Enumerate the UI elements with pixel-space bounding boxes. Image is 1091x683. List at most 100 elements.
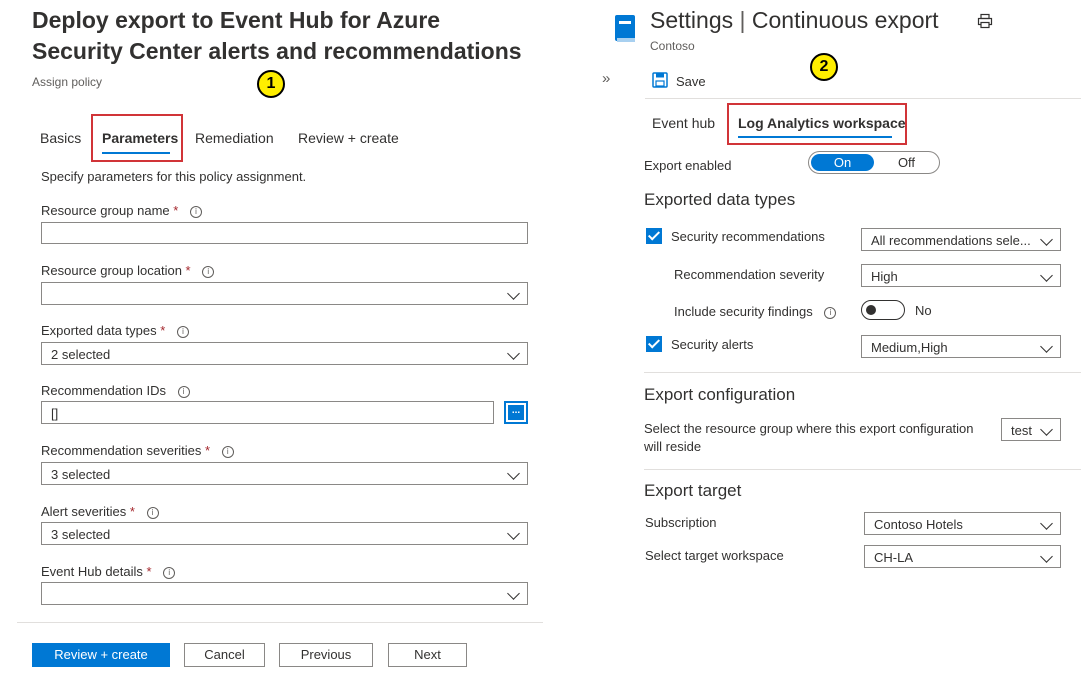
chevron-down-icon <box>1040 269 1053 282</box>
resource-group-value: test <box>1011 423 1032 438</box>
required-mark: * <box>205 443 211 458</box>
export-target-heading: Export target <box>644 481 742 500</box>
info-icon: i <box>189 206 202 218</box>
info-icon: i <box>163 567 176 579</box>
info-icon: i <box>824 307 837 319</box>
chevron-down-icon <box>507 287 520 300</box>
settings-title-main: Settings <box>650 7 734 33</box>
alert-severities-label: Alert severities * i <box>41 504 159 519</box>
resource-group-dropdown[interactable]: test <box>1001 418 1061 441</box>
chevron-down-icon <box>507 587 520 600</box>
tab-event-hub[interactable]: Event hub <box>652 115 715 131</box>
subscription-value: Contoso Hotels <box>874 517 963 532</box>
highlight-box-log-analytics <box>727 103 907 145</box>
info-icon: i <box>146 507 159 519</box>
workspace-dropdown[interactable]: CH-LA <box>864 545 1061 568</box>
tab-review-create[interactable]: Review + create <box>298 130 399 146</box>
export-enabled-toggle[interactable]: On Off <box>808 151 940 174</box>
settings-title: Settings | Continuous export <box>650 7 939 34</box>
tab-remediation[interactable]: Remediation <box>195 130 274 146</box>
rec-severities-label: Recommendation severities * i <box>41 443 234 458</box>
security-alerts-dropdown[interactable]: Medium,High <box>861 335 1061 358</box>
next-button[interactable]: Next <box>388 643 467 667</box>
callout-badge-1: 1 <box>257 70 285 98</box>
chevron-down-icon <box>507 347 520 360</box>
section-divider <box>644 372 1081 373</box>
rg-name-label: Resource group name * i <box>41 203 202 218</box>
alert-severities-label-text: Alert severities <box>41 504 127 519</box>
collapse-icon[interactable]: » <box>602 70 610 87</box>
required-mark: * <box>129 504 135 519</box>
tab-basics[interactable]: Basics <box>40 130 81 146</box>
print-icon[interactable] <box>977 13 993 29</box>
exported-types-value: 2 selected <box>51 347 111 362</box>
rec-severity-dropdown[interactable]: High <box>861 264 1061 287</box>
exported-types-dropdown[interactable]: 2 selected <box>41 342 528 365</box>
rg-location-label: Resource group location * i <box>41 263 215 278</box>
include-findings-toggle[interactable] <box>861 300 905 320</box>
security-alerts-checkbox[interactable] <box>646 336 662 352</box>
export-enabled-label: Export enabled <box>644 158 732 173</box>
rg-location-dropdown[interactable] <box>41 282 528 305</box>
rg-location-label-text: Resource group location <box>41 263 182 278</box>
security-recs-value: All recommendations sele... <box>871 233 1031 248</box>
subscription-dropdown[interactable]: Contoso Hotels <box>864 512 1061 535</box>
chevron-down-icon <box>1040 550 1053 563</box>
required-mark: * <box>146 564 152 579</box>
chevron-down-icon <box>507 467 520 480</box>
rec-ids-label-text: Recommendation IDs <box>41 383 166 398</box>
toggle-off-option[interactable]: Off <box>875 154 938 171</box>
chevron-down-icon <box>1040 517 1053 530</box>
toggle-knob <box>866 305 876 315</box>
security-recs-checkbox[interactable] <box>646 228 662 244</box>
save-button[interactable]: Save <box>676 74 706 89</box>
info-icon: i <box>221 446 234 458</box>
required-mark: * <box>173 203 179 218</box>
workspace-label: Select target workspace <box>645 548 784 563</box>
save-icon[interactable] <box>652 72 668 88</box>
eventhub-details-label-text: Event Hub details <box>41 564 143 579</box>
export-config-heading: Export configuration <box>644 385 796 404</box>
footer-divider <box>17 622 543 623</box>
chevron-down-icon <box>1040 423 1053 436</box>
eventhub-details-dropdown[interactable] <box>41 582 528 605</box>
previous-button[interactable]: Previous <box>279 643 373 667</box>
alert-severities-dropdown[interactable]: 3 selected <box>41 522 528 545</box>
required-mark: * <box>185 263 191 278</box>
toolbar-divider <box>645 98 1081 99</box>
info-icon: i <box>176 326 189 338</box>
security-recs-dropdown[interactable]: All recommendations sele... <box>861 228 1061 251</box>
rg-name-label-text: Resource group name <box>41 203 170 218</box>
chevron-down-icon <box>1040 340 1053 353</box>
security-alerts-value: Medium,High <box>871 340 948 355</box>
rec-severities-value: 3 selected <box>51 467 111 482</box>
title-separator: | <box>739 7 746 33</box>
rec-severity-value: High <box>871 269 898 284</box>
alert-severities-value: 3 selected <box>51 527 111 542</box>
include-findings-value: No <box>915 303 932 318</box>
chevron-down-icon <box>1040 233 1053 246</box>
exported-types-label: Exported data types * i <box>41 323 189 338</box>
security-alerts-label: Security alerts <box>671 337 754 352</box>
rec-severities-dropdown[interactable]: 3 selected <box>41 462 528 485</box>
cancel-button[interactable]: Cancel <box>184 643 265 667</box>
settings-title-sub: Continuous export <box>751 7 939 33</box>
rec-severities-label-text: Recommendation severities <box>41 443 202 458</box>
security-recs-label: Security recommendations <box>671 229 825 244</box>
intro-text: Specify parameters for this policy assig… <box>41 169 307 184</box>
settings-book-icon <box>614 14 636 44</box>
rec-ids-value: [] <box>51 406 59 421</box>
info-icon: i <box>202 266 215 278</box>
exported-types-label-text: Exported data types <box>41 323 157 338</box>
rec-ids-browse-button[interactable]: ... <box>504 401 528 424</box>
toggle-on-option[interactable]: On <box>811 154 874 171</box>
section-divider <box>644 469 1081 470</box>
review-create-button[interactable]: Review + create <box>32 643 170 667</box>
rg-name-input[interactable] <box>41 222 528 244</box>
ellipsis-icon: ... <box>508 405 524 420</box>
include-findings-label-text: Include security findings <box>674 304 813 319</box>
rec-ids-input[interactable]: [] <box>41 401 494 424</box>
export-config-text-line2: will reside <box>644 439 702 454</box>
page-title-line2: Security Center alerts and recommendatio… <box>32 38 522 64</box>
export-config-text-line1: Select the resource group where this exp… <box>644 421 974 436</box>
